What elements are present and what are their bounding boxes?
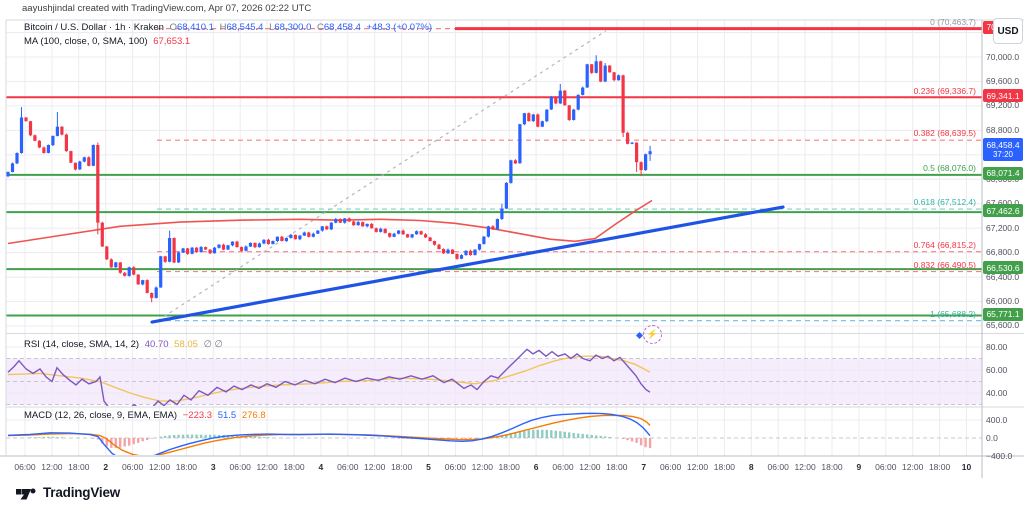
- symbol-legend[interactable]: Bitcoin / U.S. Dollar · 1h · Kraken O68,…: [24, 22, 435, 33]
- open-value: 68,410.1: [177, 22, 214, 33]
- ma-legend[interactable]: MA (100, close, 0, SMA, 100) 67,653.1: [24, 36, 193, 47]
- price-badge: 67,462.6: [983, 204, 1023, 217]
- rsi-name: RSI (14, close, SMA, 14, 2): [24, 339, 139, 350]
- time-axis-label: 06:00: [875, 462, 896, 472]
- tradingview-mark-icon: [16, 485, 38, 500]
- rsi-axis-label: 60.00: [986, 365, 1007, 375]
- fib-level-label: 0.618 (67,512.4): [914, 197, 976, 207]
- ma-name: MA (100, close, 0, SMA, 100): [24, 36, 148, 47]
- tradingview-wordmark: TradingView: [43, 485, 120, 500]
- high-value: 68,545.4: [226, 22, 263, 33]
- macd-name: MACD (12, 26, close, 9, EMA, EMA): [24, 410, 177, 421]
- price-axis-label: 66,800.0: [986, 247, 1019, 257]
- time-axis-label: 06:00: [14, 462, 35, 472]
- time-axis-label: 12:00: [149, 462, 170, 472]
- tradingview-logo[interactable]: TradingView: [16, 485, 120, 500]
- symbol-title: Bitcoin / U.S. Dollar · 1h · Kraken: [24, 22, 164, 33]
- price-axis-label: 69,600.0: [986, 76, 1019, 86]
- price-axis-label: 65,600.0: [986, 320, 1019, 330]
- chart-window: aayushjindal created with TradingView.co…: [0, 0, 1024, 512]
- time-axis-label: 5: [426, 462, 431, 472]
- time-axis-label: 18:00: [714, 462, 735, 472]
- chart-canvas[interactable]: [0, 0, 1024, 512]
- time-axis-label: 12:00: [41, 462, 62, 472]
- ma-value: 67,653.1: [153, 36, 190, 47]
- fib-level-label: 0.382 (68,639.5): [914, 128, 976, 138]
- price-badge: 69,341.1: [983, 89, 1023, 102]
- rsi-legend[interactable]: RSI (14, close, SMA, 14, 2) 40.70 58.05 …: [24, 339, 226, 350]
- open-label: O: [170, 22, 177, 33]
- macd-axis-label: 400.0: [986, 415, 1007, 425]
- time-axis-label: 18:00: [68, 462, 89, 472]
- time-axis-label: 06:00: [445, 462, 466, 472]
- time-axis-label: 12:00: [687, 462, 708, 472]
- fib-level-label: 0 (70,463.7): [930, 17, 976, 27]
- low-value: 68,300.0: [274, 22, 311, 33]
- caption: aayushjindal created with TradingView.co…: [22, 3, 311, 14]
- price-badge: 68,071.4: [983, 167, 1023, 180]
- time-axis-label: 10: [962, 462, 971, 472]
- macd-axis-label: 0.0: [986, 433, 998, 443]
- time-axis-label: 2: [103, 462, 108, 472]
- time-axis-label: 18:00: [283, 462, 304, 472]
- time-axis-label: 12:00: [794, 462, 815, 472]
- fib-level-label: 1 (65,688.2): [930, 309, 976, 319]
- time-axis-label: 06:00: [552, 462, 573, 472]
- time-axis-label: 3: [211, 462, 216, 472]
- rsi-axis-label: 40.00: [986, 388, 1007, 398]
- time-axis-label: 18:00: [929, 462, 950, 472]
- change-value: +48.3 (+0.07%): [367, 22, 433, 33]
- fib-level-label: 0.5 (68,076.0): [923, 163, 976, 173]
- macd-hist-value: −223.3: [183, 410, 212, 421]
- time-axis-label: 8: [749, 462, 754, 472]
- fib-level-label: 0.832 (66,490.5): [914, 260, 976, 270]
- macd-line-value: 51.5: [218, 410, 237, 421]
- time-axis-label: 12:00: [256, 462, 277, 472]
- time-axis-label: 12:00: [472, 462, 493, 472]
- price-axis-label: 70,000.0: [986, 52, 1019, 62]
- time-axis-label: 06:00: [230, 462, 251, 472]
- price-badge: 66,530.6: [983, 261, 1023, 274]
- time-axis-label: 7: [641, 462, 646, 472]
- lightning-icon[interactable]: ⚡: [643, 325, 662, 344]
- time-axis-label: 4: [319, 462, 324, 472]
- time-axis-label: 06:00: [122, 462, 143, 472]
- macd-signal-value: 276.8: [242, 410, 266, 421]
- macd-legend[interactable]: MACD (12, 26, close, 9, EMA, EMA) −223.3…: [24, 410, 269, 421]
- time-axis-label: 18:00: [606, 462, 627, 472]
- price-badge: 68,458.437:20: [983, 138, 1023, 161]
- rsi-value: 40.70: [145, 339, 169, 350]
- close-label: C: [317, 22, 324, 33]
- rsi-axis-label: 80.00: [986, 342, 1007, 352]
- rsi-sma-value: 58.05: [174, 339, 198, 350]
- price-axis-label: 66,000.0: [986, 296, 1019, 306]
- time-axis-label: 18:00: [176, 462, 197, 472]
- time-axis-label: 06:00: [768, 462, 789, 472]
- rsi-extra: ∅ ∅: [204, 339, 223, 350]
- price-axis-label: 67,200.0: [986, 223, 1019, 233]
- fib-level-label: 0.236 (69,336.7): [914, 86, 976, 96]
- time-axis-label: 06:00: [660, 462, 681, 472]
- time-axis-label: 12:00: [579, 462, 600, 472]
- macd-axis-label: −400.0: [986, 451, 1012, 461]
- time-axis-label: 18:00: [821, 462, 842, 472]
- price-axis-label: 68,800.0: [986, 125, 1019, 135]
- price-badge: 65,771.1: [983, 308, 1023, 321]
- currency-chip[interactable]: USD: [993, 18, 1023, 44]
- time-axis-label: 6: [534, 462, 539, 472]
- close-value: 68,458.4: [324, 22, 361, 33]
- countdown-timer: 37:20: [983, 150, 1023, 160]
- time-axis-label: 9: [857, 462, 862, 472]
- fib-level-label: 0.764 (66,815.2): [914, 240, 976, 250]
- time-axis-label: 06:00: [337, 462, 358, 472]
- time-axis-label: 18:00: [499, 462, 520, 472]
- time-axis-label: 12:00: [902, 462, 923, 472]
- time-axis-label: 12:00: [364, 462, 385, 472]
- time-axis-label: 18:00: [391, 462, 412, 472]
